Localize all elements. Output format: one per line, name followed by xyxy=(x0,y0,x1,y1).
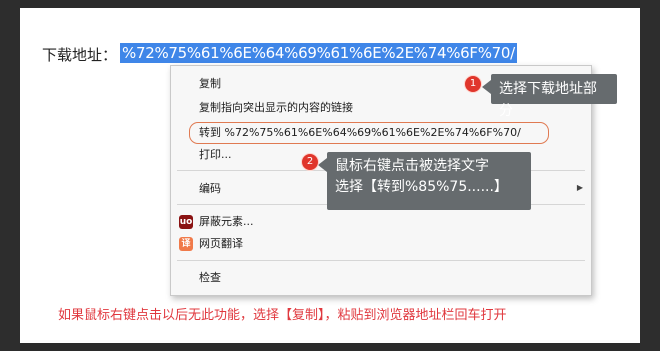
callout-step2: 鼠标右键点击被选择文字 选择【转到%85%75......】 xyxy=(327,152,531,210)
menu-separator xyxy=(177,260,585,261)
left-frame xyxy=(0,0,20,351)
callout-step2-line1: 鼠标右键点击被选择文字 xyxy=(335,158,489,174)
ublock-icon: uo xyxy=(179,215,193,229)
callout-pointer xyxy=(318,158,327,172)
right-frame xyxy=(640,0,660,351)
step-badge-1: 1 xyxy=(464,75,482,93)
address-selected-text[interactable]: %72%75%61%6E%64%69%61%6E%2E%74%6F%70/ xyxy=(120,43,517,63)
menu-item-inspect[interactable]: 检查 xyxy=(199,269,221,287)
submenu-arrow-icon: ▶ xyxy=(576,183,583,192)
menu-item-translate[interactable]: 网页翻译 xyxy=(199,235,243,253)
address-label: 下载地址： xyxy=(42,46,118,64)
callout-step1: 选择下载地址部分 xyxy=(491,74,617,119)
menu-item-goto[interactable]: 转到 %72%75%61%6E%64%69%61%6E%2E%74%6F%70/ xyxy=(199,124,521,142)
translate-icon: 译 xyxy=(179,237,193,251)
menu-item-print[interactable]: 打印... xyxy=(199,146,232,164)
menu-item-copy-link[interactable]: 复制指向突出显示的内容的链接 xyxy=(199,99,353,117)
callout-step2-line2: 选择【转到%85%75......】 xyxy=(335,179,508,195)
menu-item-encoding[interactable]: 编码 xyxy=(199,180,221,198)
fallback-note: 如果鼠标右键点击以后无此功能，选择【复制】，粘贴到浏览器地址栏回车打开 xyxy=(58,308,507,323)
step-badge-2: 2 xyxy=(301,153,319,171)
callout-pointer xyxy=(482,80,491,94)
content-panel: 下载地址： %72%75%61%6E%64%69%61%6E%2E%74%6F%… xyxy=(20,8,640,343)
menu-item-copy[interactable]: 复制 xyxy=(199,75,221,93)
menu-item-block-element[interactable]: 屏蔽元素... xyxy=(199,213,254,231)
